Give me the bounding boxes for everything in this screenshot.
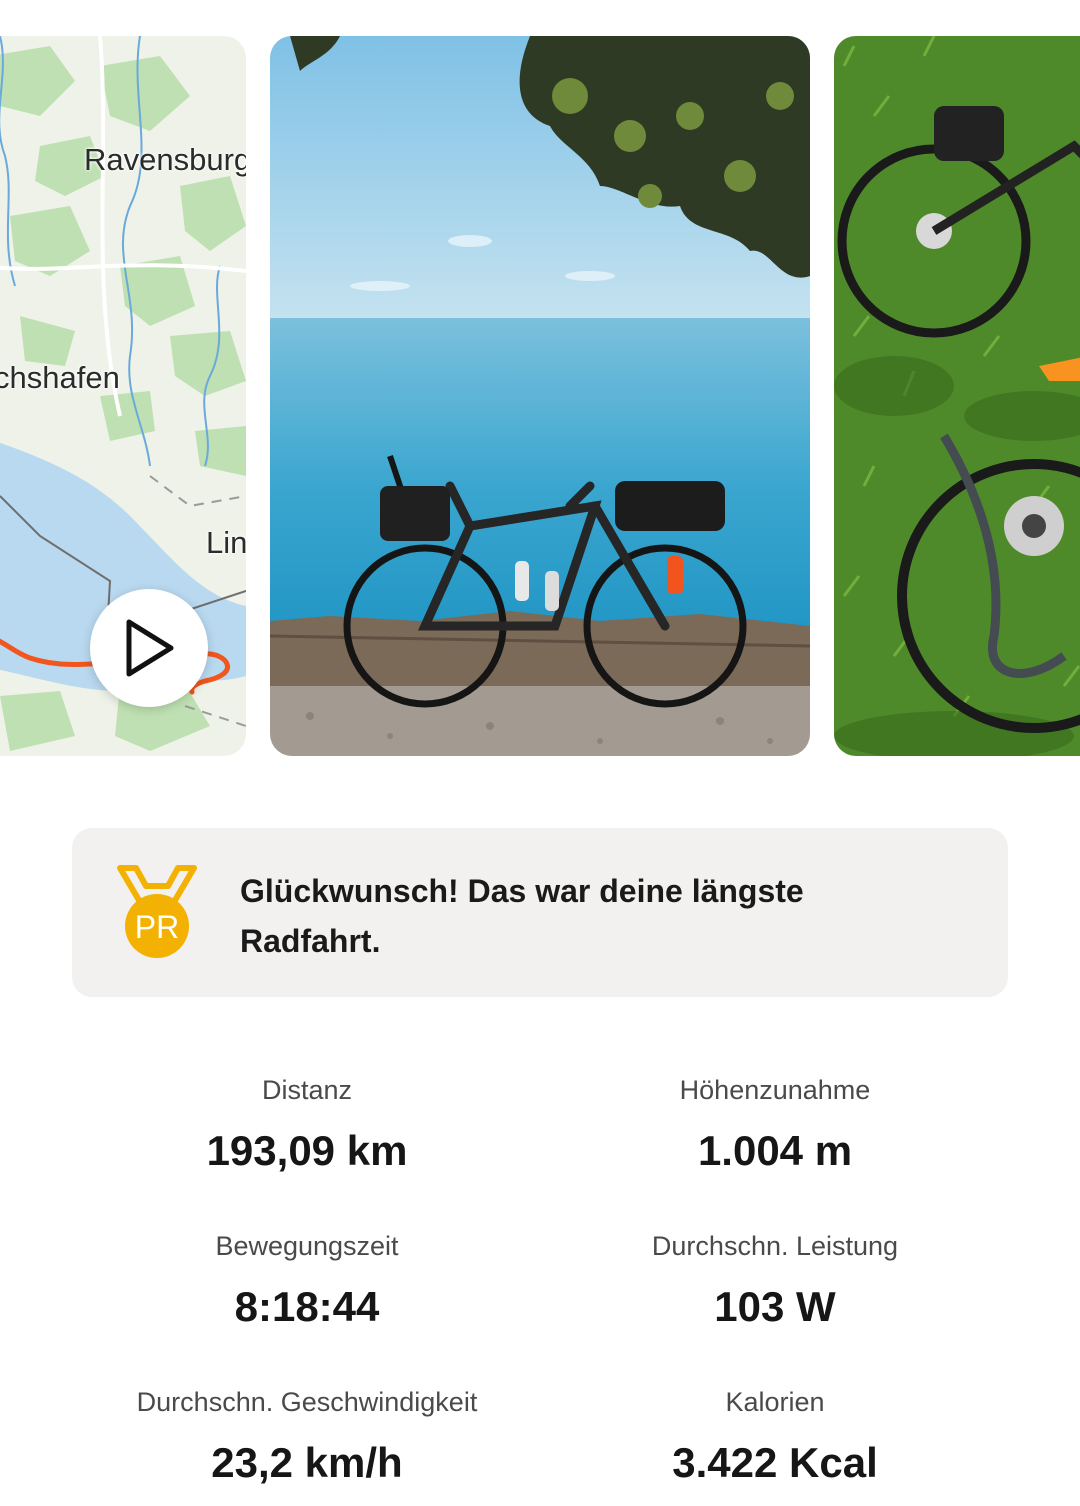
map-label-ravensburg: Ravensburg (84, 142, 246, 177)
stat-distance: Distanz 193,09 km (72, 1073, 542, 1175)
map-label-friedrichshafen: chshafen (0, 360, 120, 395)
bike-on-grass-photo[interactable] (834, 36, 1080, 756)
media-carousel[interactable]: Ravensburg chshafen Lin (0, 36, 1080, 756)
stat-label: Bewegungszeit (215, 1231, 399, 1261)
stat-value: 8:18:44 (234, 1283, 380, 1330)
pr-medal-icon: PR (117, 865, 197, 958)
stat-moving-time: Bewegungszeit 8:18:44 (72, 1229, 542, 1331)
play-flyover-button[interactable] (90, 589, 208, 707)
achievement-message: Glückwunsch! Das war deine längste Radfa… (240, 873, 804, 959)
map-label-lindau: Lin (206, 525, 246, 560)
achievement-banner: PR Glückwunsch! Das war deine längste Ra… (72, 828, 1008, 997)
pr-badge-text: PR (135, 909, 179, 945)
stat-label: Distanz (261, 1075, 353, 1105)
stat-elevation: Höhenzunahme 1.004 m (540, 1073, 1010, 1175)
stat-value: 23,2 km/h (211, 1439, 403, 1486)
stat-value: 103 W (714, 1283, 836, 1330)
stat-value: 3.422 Kcal (672, 1439, 878, 1486)
stat-label: Durchschn. Geschwindigkeit (136, 1387, 478, 1417)
stat-calories: Kalorien 3.422 Kcal (540, 1385, 1010, 1487)
bike-lake-image (270, 36, 810, 756)
stat-value: 193,09 km (206, 1127, 408, 1174)
bike-by-lake-photo[interactable] (270, 36, 810, 756)
stat-avg-speed: Durchschn. Geschwindigkeit 23,2 km/h (72, 1385, 542, 1487)
stat-value: 1.004 m (697, 1127, 853, 1174)
route-map-card[interactable]: Ravensburg chshafen Lin (0, 36, 246, 756)
stat-label: Höhenzunahme (679, 1075, 871, 1105)
stat-label: Durchschn. Leistung (651, 1231, 899, 1261)
activity-detail-page: Ravensburg chshafen Lin PR Glückwunsch! … (0, 0, 1080, 1506)
bike-grass-image (834, 36, 1080, 756)
stat-avg-power: Durchschn. Leistung 103 W (540, 1229, 1010, 1331)
stat-label: Kalorien (725, 1387, 825, 1417)
play-icon (126, 619, 174, 677)
